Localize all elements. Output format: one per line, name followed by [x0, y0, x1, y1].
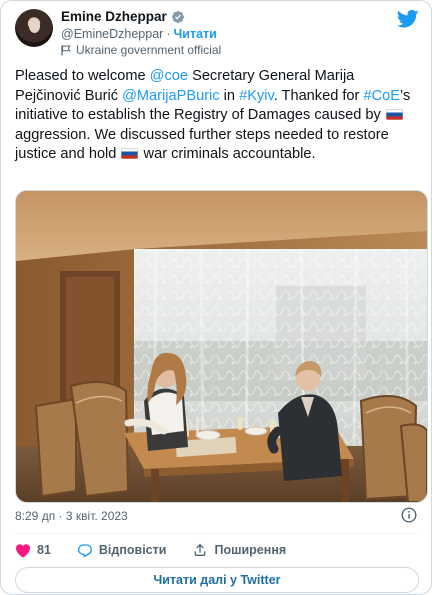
timestamp-separator: · — [58, 509, 63, 523]
mention-link[interactable]: @coe — [150, 68, 188, 84]
tweet-text: Pleased to welcome @coe Secretary Genera… — [15, 67, 419, 165]
reply-icon — [77, 544, 92, 558]
government-label[interactable]: Ukraine government official — [61, 43, 221, 57]
government-label-text: Ukraine government official — [76, 43, 222, 57]
tweet-date: 3 квіт. 2023 — [65, 509, 128, 523]
share-label: Поширення — [214, 543, 287, 557]
heart-icon — [16, 543, 30, 558]
share-button[interactable]: Поширення — [192, 542, 286, 558]
russia-flag-emoji — [121, 148, 139, 160]
author-avatar[interactable] — [15, 9, 53, 47]
like-count: 81 — [37, 543, 51, 557]
author-handle-row: @EmineDzheppar · Читати — [61, 27, 217, 41]
read-more-button[interactable]: Читати далі у Twitter — [15, 567, 419, 593]
tweet-text-segment: Pleased to welcome — [15, 68, 150, 84]
separator-dot: · — [166, 27, 171, 41]
share-icon — [195, 543, 206, 556]
tweet-text-segment: in — [219, 87, 240, 104]
reply-label: Відповісти — [98, 543, 167, 557]
tweet-time: 8:29 дп — [15, 509, 56, 523]
info-icon[interactable] — [401, 507, 417, 523]
reply-button[interactable]: Відповісти — [77, 542, 167, 558]
twitter-bird-icon[interactable] — [397, 9, 419, 29]
tweet-header: Emine Dzheppar @EmineDzheppar · Читати U… — [15, 7, 419, 59]
tweet-photo[interactable] — [15, 190, 428, 503]
hashtag-link[interactable]: #Kyiv — [239, 88, 274, 104]
follow-button[interactable]: Читати — [174, 27, 217, 41]
russia-flag-emoji — [385, 109, 403, 121]
action-bar: 81 Відповісти Поширення — [15, 541, 419, 559]
hashtag-link[interactable]: #CoE — [363, 88, 400, 104]
tweet-timestamp[interactable]: 8:29 дп · 3 квіт. 2023 — [15, 509, 128, 523]
verified-badge-icon — [171, 10, 184, 23]
author-name-row: Emine Dzheppar — [61, 9, 185, 24]
tweet-text-segment: war criminals accountable. — [139, 146, 316, 163]
tweet-text-segment: . Thanked for — [273, 87, 364, 104]
flag-icon — [61, 45, 71, 55]
mention-link[interactable]: @MarijaPBuric — [122, 88, 220, 104]
author-name[interactable]: Emine Dzheppar — [61, 9, 167, 24]
photo-image — [16, 191, 427, 502]
divider — [15, 533, 418, 534]
tweet-card: Emine Dzheppar @EmineDzheppar · Читати U… — [0, 0, 432, 595]
author-handle[interactable]: @EmineDzheppar — [61, 27, 163, 41]
like-button[interactable]: 81 — [15, 543, 51, 558]
